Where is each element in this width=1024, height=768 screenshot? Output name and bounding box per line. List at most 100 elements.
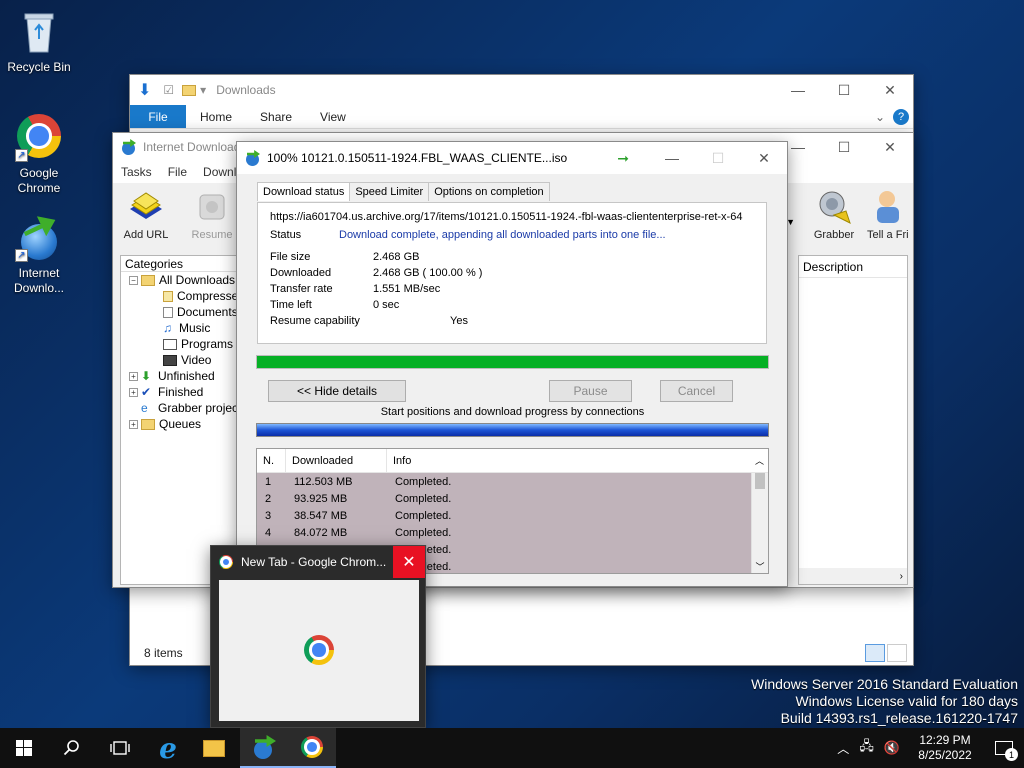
search-button[interactable]	[48, 728, 96, 768]
table-row[interactable]: 2 93.925 MB Completed.	[257, 490, 751, 507]
add-url-button[interactable]: Add URL	[113, 187, 179, 241]
maximize-button[interactable]: ☐	[821, 75, 867, 105]
close-button[interactable]: ✕	[867, 75, 913, 105]
network-icon[interactable]: 🖧	[855, 737, 878, 759]
tree-item-documents[interactable]: Documents	[121, 304, 239, 320]
grabber-button[interactable]: Grabber	[801, 187, 867, 241]
tell-friend-button[interactable]: Tell a Fri	[867, 187, 913, 241]
column-header-downloaded[interactable]: Downloaded	[286, 449, 387, 472]
properties-icon[interactable]: ☑	[163, 83, 174, 97]
large-icons-view-icon[interactable]	[887, 644, 907, 662]
cell-info: Completed.	[395, 475, 452, 488]
tab-download-status[interactable]: Download status	[257, 182, 351, 201]
ribbon-tab-home[interactable]: Home	[186, 105, 246, 128]
ribbon-tab-share[interactable]: Share	[246, 105, 306, 128]
folder-icon[interactable]	[182, 84, 197, 96]
download-progress-dialog[interactable]: 100% 10121.0.150511-1924.FBL_WAAS_CLIENT…	[236, 141, 788, 587]
tree-item-music[interactable]: ♫ Music	[121, 320, 239, 336]
taskbar-chrome[interactable]	[288, 728, 336, 768]
horizontal-scrollbar[interactable]: ›	[799, 568, 907, 584]
column-header-description[interactable]: Description	[799, 256, 907, 278]
chrome-preview-close-button[interactable]: ✕	[393, 546, 425, 578]
table-row[interactable]: 1 112.503 MB Completed.	[257, 473, 751, 490]
task-view-button[interactable]	[96, 728, 144, 768]
column-header-info[interactable]: Info	[387, 449, 751, 472]
start-button[interactable]	[0, 728, 48, 768]
scroll-thumb[interactable]	[755, 473, 765, 489]
tab-options-on-completion[interactable]: Options on completion	[428, 182, 550, 201]
volume-muted-icon[interactable]: 🔇	[878, 740, 906, 756]
tell-friend-label: Tell a Fri	[867, 229, 909, 241]
action-center-button[interactable]: 1	[984, 728, 1024, 768]
clock[interactable]: 12:29 PM 8/25/2022	[906, 733, 984, 763]
table-row[interactable]: 4 84.072 MB Completed.	[257, 524, 751, 541]
chrome-taskbar-preview[interactable]: New Tab - Google Chrom... ✕	[210, 545, 426, 728]
windows-logo-icon	[16, 740, 32, 756]
vertical-scrollbar[interactable]: ﹀	[751, 473, 768, 573]
recycle-bin-icon	[15, 8, 63, 56]
tree-item-all[interactable]: − All Downloads	[121, 272, 239, 288]
chrome-preview-thumbnail[interactable]	[219, 580, 419, 721]
taskbar: e ︿ 🖧 🔇 12:29 PM 8/25/2022 1	[0, 728, 1024, 768]
tree-item-video[interactable]: Video	[121, 352, 239, 368]
dropdown-icon[interactable]: ▾	[200, 83, 206, 97]
scroll-right-icon[interactable]: ›	[900, 571, 903, 582]
taskbar-file-explorer[interactable]	[192, 728, 240, 768]
shortcut-arrow-icon: ↗	[15, 249, 28, 262]
idm-close-button[interactable]: ✕	[867, 132, 913, 162]
expand-icon[interactable]: +	[129, 387, 138, 397]
categories-tree[interactable]: Categories − All Downloads Compresse Docu…	[120, 255, 240, 585]
explorer-ribbon: File Home Share View ⌄ ?	[130, 105, 913, 129]
dialog-minimize-button[interactable]: —	[649, 143, 695, 173]
tree-item-programs[interactable]: Programs	[121, 336, 239, 352]
tree-item-unfinished[interactable]: + ⬇ Unfinished	[121, 368, 239, 384]
expand-icon[interactable]: +	[129, 371, 138, 381]
ribbon-tab-file[interactable]: File	[130, 105, 186, 128]
explorer-title: Downloads	[216, 83, 276, 97]
minimize-button[interactable]: —	[775, 75, 821, 105]
dialog-titlebar[interactable]: 100% 10121.0.150511-1924.FBL_WAAS_CLIENT…	[237, 142, 787, 174]
grabber-icon	[814, 187, 854, 227]
collapse-icon[interactable]: −	[129, 275, 138, 285]
help-icon[interactable]: ?	[893, 109, 909, 125]
dialog-close-button[interactable]: ✕	[741, 143, 787, 173]
menu-file[interactable]: File	[160, 165, 195, 179]
tree-item-grabber[interactable]: e Grabber projec	[121, 400, 239, 416]
program-icon	[163, 338, 177, 350]
cancel-button[interactable]: Cancel	[660, 380, 733, 402]
desktop-icon-idm[interactable]: ↗ Internet Downlo...	[4, 214, 74, 296]
ribbon-expand-icon[interactable]: ⌄	[867, 105, 893, 128]
expand-icon[interactable]: +	[129, 419, 138, 429]
explorer-titlebar[interactable]: ⬇ ☑ ▾ Downloads — ☐ ✕	[130, 75, 913, 105]
cell-downloaded: 38.547 MB	[294, 509, 348, 522]
scroll-up-icon[interactable]: ︿	[751, 449, 768, 472]
desktop-icon-recycle-bin[interactable]: Recycle Bin	[4, 8, 74, 75]
show-hidden-icons-chevron-icon[interactable]: ︿	[831, 740, 855, 757]
table-row[interactable]: 3 38.547 MB Completed.	[257, 507, 751, 524]
cell-n: 2	[265, 492, 272, 505]
download-list[interactable]: Description ›	[798, 255, 908, 585]
tree-item-queues[interactable]: + Queues	[121, 416, 239, 432]
search-icon	[63, 740, 79, 756]
add-url-label: Add URL	[123, 229, 169, 241]
system-tray: ︿ 🖧 🔇 12:29 PM 8/25/2022 1	[831, 728, 1024, 768]
transfer-arrow-icon: ➞	[617, 149, 629, 166]
quick-access-down-icon[interactable]: ⬇	[138, 80, 151, 100]
item-count: 8 items	[144, 646, 183, 660]
scroll-down-icon[interactable]: ﹀	[752, 560, 768, 573]
connections-progress-bar	[256, 423, 769, 437]
details-view-icon[interactable]	[865, 644, 885, 662]
pause-button[interactable]: Pause	[549, 380, 632, 402]
hide-details-button[interactable]: << Hide details	[268, 380, 406, 402]
tree-item-finished[interactable]: + ✔ Finished	[121, 384, 239, 400]
tree-item-compressed[interactable]: Compresse	[121, 288, 239, 304]
taskbar-idm[interactable]	[240, 728, 288, 768]
menu-tasks[interactable]: Tasks	[113, 165, 160, 179]
desktop-icon-chrome[interactable]: ↗ Google Chrome	[4, 112, 74, 196]
ribbon-tab-view[interactable]: View	[306, 105, 360, 128]
column-header-n[interactable]: N.	[257, 449, 286, 472]
tab-speed-limiter[interactable]: Speed Limiter	[349, 182, 430, 201]
download-status-panel: https://ia601704.us.archive.org/17/items…	[257, 202, 767, 344]
taskbar-internet-explorer[interactable]: e	[144, 728, 192, 768]
idm-maximize-button[interactable]: ☐	[821, 132, 867, 162]
